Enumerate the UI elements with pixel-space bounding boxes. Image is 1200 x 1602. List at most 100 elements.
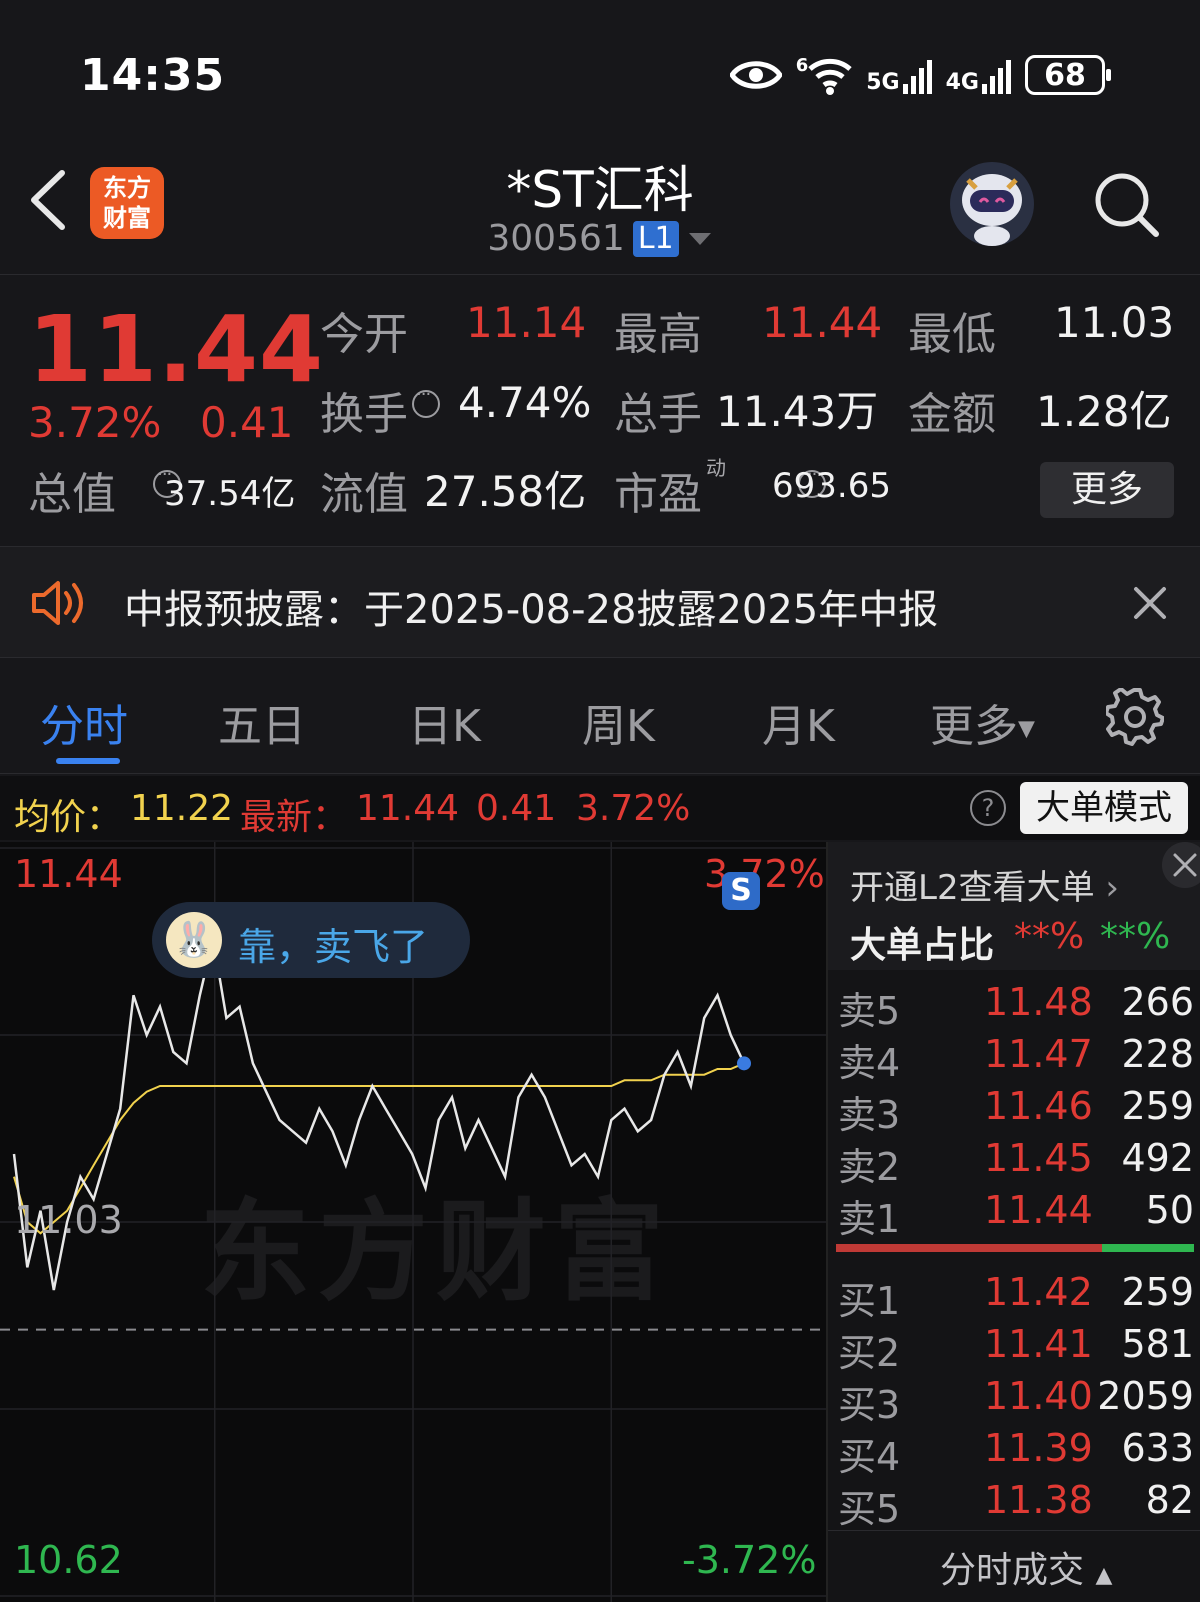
tab-monthly-k[interactable]: 月K [762,690,835,754]
turnover-label: 换手 [320,389,408,440]
bid-ask-ratio-red [836,1244,1102,1252]
latest-change-pct: 3.72% [576,788,691,829]
eye-icon [729,61,782,89]
ask-row: 卖3 11.46 259 [828,1080,1200,1137]
bid-label: 买3 [838,1383,901,1427]
ask-volume: 50 [1145,1188,1194,1232]
battery-level: 68 [1044,57,1086,93]
quote-panel: 11.44 3.72% 0.41 今开 11.14 最高 11.44 最低 11… [0,276,1200,544]
chart-ref-price: 11.03 [14,1198,123,1242]
ask-price: 11.46 [984,1084,1093,1128]
ask-label: 卖5 [838,989,901,1033]
bid-row: 买5 11.38 82 [828,1474,1200,1531]
dropdown-arrow-icon [688,232,711,245]
active-tab-indicator [56,758,120,764]
intraday-trades-toggle[interactable]: 分时成交 ▲ [828,1530,1200,1602]
avg-price-value: 11.22 [130,788,234,829]
bid-volume: 633 [1121,1426,1194,1470]
ask-volume: 259 [1121,1084,1194,1128]
search-icon[interactable] [1090,168,1162,240]
bid-price: 11.40 [984,1374,1093,1418]
intraday-chart[interactable]: 东方财富 11.44 3.72% 11.03 10.62 -3.72% 🐰 靠，… [0,842,826,1602]
bid-row: 买2 11.41 581 [828,1318,1200,1375]
bid-ask-ratio-green [1102,1244,1194,1252]
signal-4g-icon [982,56,1011,94]
level-badge: L1 [632,220,679,257]
amount-value: 1.28亿 [1036,387,1172,436]
pe-value: 693.65 [772,466,891,506]
assistant-robot-icon[interactable] [948,160,1036,248]
bid-price: 11.39 [984,1426,1093,1470]
more-quote-button[interactable]: 更多 [1040,462,1174,518]
gear-icon[interactable] [1106,688,1164,746]
ask-volume: 492 [1121,1136,1194,1180]
chevron-right-icon: › [1105,868,1119,908]
float-cap-value: 27.58亿 [424,467,587,516]
bid-price: 11.38 [984,1478,1093,1522]
big-order-ratio-sell: **% [1100,916,1171,957]
notice-bar[interactable]: 中报预披露：于2025-08-28披露2025年中报 [0,546,1200,658]
intraday-trades-label: 分时成交 [940,1550,1085,1591]
latest-price-value: 11.44 [356,788,460,829]
network-4g-label: 4G [945,70,979,95]
avg-price-label: 均价： [14,797,123,838]
tab-intraday[interactable]: 分时 [40,690,128,754]
wifi-icon [808,58,852,95]
network-5g-label: 5G [866,70,900,95]
chart-tabs: 分时 五日 日K 周K 月K 更多▼ [0,660,1200,774]
big-order-ratio-buy: **% [1014,916,1085,957]
open-l2-label: 开通L2查看大单 [850,868,1095,908]
clock: 14:35 [80,50,226,101]
chart-top-price: 11.44 [14,852,123,896]
bid-volume: 82 [1145,1478,1194,1522]
market-cap-label: 总值 [28,469,116,520]
latest-price-dot [737,1056,751,1071]
turnover-value: 4.74% [458,378,592,427]
ask-row: 卖1 11.44 50 [828,1184,1200,1241]
pe-superscript: 动 [706,456,726,480]
speaker-icon [32,581,83,625]
status-icons: 6 5G 4G 68 [729,50,1111,100]
bid-row: 买1 11.42 259 [828,1266,1200,1323]
ask-price: 11.45 [984,1136,1093,1180]
big-order-mode-button[interactable]: 大单模式 [1020,782,1188,834]
float-cap-label: 流值 [320,469,408,520]
turnover-info-icon[interactable] [412,384,440,418]
order-book: 开通L2查看大单 › 大单占比 **% **% 卖5 11.48 266 卖4 … [826,842,1200,1602]
close-icon[interactable] [1162,842,1200,888]
close-icon[interactable] [1130,583,1170,623]
ask-price: 11.48 [984,980,1093,1024]
low-label: 最低 [908,309,996,360]
volume-value: 11.43万 [716,387,879,436]
caret-up-icon: ▲ [1095,1563,1113,1588]
tab-weekly-k[interactable]: 周K [582,690,655,754]
ask-label: 卖3 [838,1093,901,1137]
bid-volume: 2059 [1097,1374,1194,1418]
bid-label: 买4 [838,1435,901,1479]
ask-price: 11.47 [984,1032,1093,1076]
latest-change-value: 0.41 [476,788,557,829]
ask-row: 卖5 11.48 266 [828,976,1200,1033]
tab-daily-k[interactable]: 日K [408,690,481,754]
stock-header: 东方 财富 *ST汇科 300561 L1 [0,140,1200,275]
chart-info-line: 均价： 11.22 最新： 11.44 0.41 3.72% ? 大单模式 [0,776,1200,840]
tab-five-day[interactable]: 五日 [218,690,306,754]
ask-row: 卖4 11.47 228 [828,1028,1200,1085]
ask-label: 卖1 [838,1197,901,1241]
bid-price: 11.41 [984,1322,1093,1366]
bid-label: 买5 [838,1487,901,1531]
ask-volume: 228 [1121,1032,1194,1076]
bid-price: 11.42 [984,1270,1093,1314]
bid-row: 买3 11.40 2059 [828,1370,1200,1427]
sell-marker[interactable]: S [722,872,760,910]
volume-label: 总手 [614,389,702,440]
tab-more[interactable]: 更多▼ [930,690,1035,754]
low-value: 11.03 [1054,298,1175,347]
help-icon[interactable]: ? [970,790,1006,826]
bid-volume: 581 [1121,1322,1194,1366]
comment-bubble[interactable]: 🐰 靠，卖飞了 [152,902,470,978]
open-l2-link[interactable]: 开通L2查看大单 › [850,860,1119,909]
ask-label: 卖4 [838,1041,901,1085]
wifi-number: 6 [795,55,809,76]
open-label: 今开 [320,309,408,360]
